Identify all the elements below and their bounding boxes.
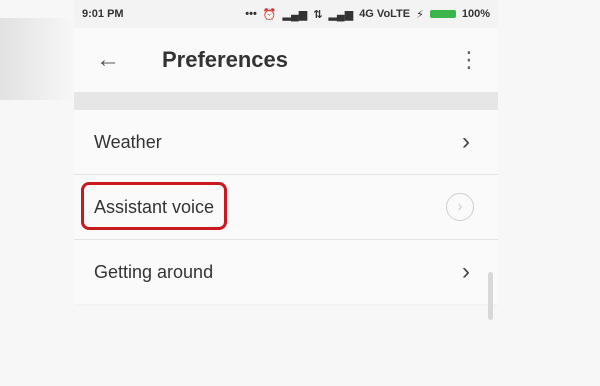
more-vert-icon[interactable]: ⋮ — [458, 49, 480, 71]
background-shadow — [0, 18, 74, 100]
alarm-icon: ⏰ — [262, 8, 277, 21]
data-transfer-icon: ⇅ — [313, 8, 323, 21]
phone-screen: 9:01 PM ••• ⏰ ▂▄▆ ⇅ ▂▄▆ 4G VoLTE ⚡ 100% … — [74, 0, 498, 306]
status-time: 9:01 PM — [82, 8, 124, 20]
chevron-right-icon: › — [446, 193, 474, 221]
network-label: 4G VoLTE — [359, 8, 411, 20]
chevron-right-icon: › — [462, 258, 470, 285]
item-label-assistant-voice: Assistant voice — [94, 196, 215, 217]
preferences-list: Weather › Assistant voice › Getting arou… — [74, 110, 498, 304]
chevron-right-icon: › — [462, 128, 470, 155]
signal-icon-2: ▂▄▆ — [328, 8, 354, 21]
battery-percent: 100% — [461, 8, 490, 20]
list-item-weather[interactable]: Weather › — [74, 110, 498, 175]
more-dots-icon: ••• — [245, 8, 257, 20]
screenshot-stage: 9:01 PM ••• ⏰ ▂▄▆ ⇅ ▂▄▆ 4G VoLTE ⚡ 100% … — [0, 0, 600, 386]
status-bar: 9:01 PM ••• ⏰ ▂▄▆ ⇅ ▂▄▆ 4G VoLTE ⚡ 100% — [74, 0, 498, 28]
status-icons: ••• ⏰ ▂▄▆ ⇅ ▂▄▆ 4G VoLTE ⚡ 100% — [245, 8, 498, 21]
scroll-indicator — [488, 272, 493, 320]
list-item-getting-around[interactable]: Getting around › — [74, 240, 498, 304]
page-title: Preferences — [162, 47, 288, 72]
section-divider — [74, 92, 498, 110]
signal-icon: ▂▄▆ — [282, 8, 308, 21]
charging-icon: ⚡ — [416, 8, 424, 21]
app-bar: ← Preferences ⋮ — [74, 28, 498, 93]
list-item-assistant-voice[interactable]: Assistant voice › — [74, 175, 498, 240]
battery-icon — [429, 10, 456, 18]
item-label-weather: Weather — [94, 131, 162, 152]
arrow-left-icon[interactable]: ← — [94, 46, 122, 74]
item-label-getting-around: Getting around — [94, 261, 214, 282]
